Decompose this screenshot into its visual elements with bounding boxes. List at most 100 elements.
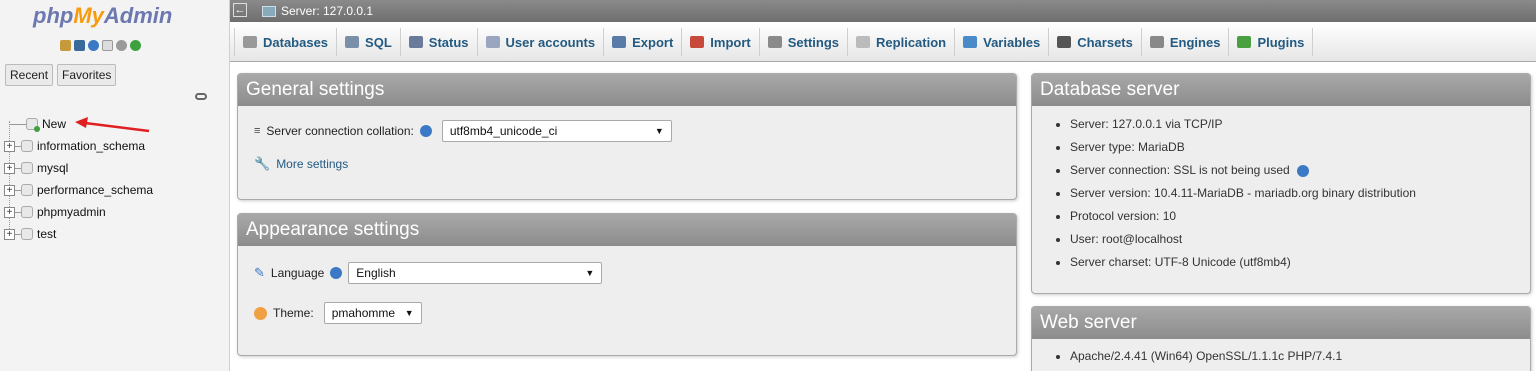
plugins-icon	[1237, 36, 1252, 48]
databases-icon	[243, 36, 257, 48]
tree-line	[10, 123, 26, 125]
main-menu: Databases SQL Status User accounts Export Imp…	[234, 28, 1314, 56]
list-item: Server: 127.0.0.1 via TCP/IP	[1070, 116, 1514, 139]
list-item: Server charset: UTF-8 Unicode (utf8mb4)	[1070, 254, 1514, 277]
tab-label: Variables	[983, 34, 1041, 50]
list-item: Server type: MariaDB	[1070, 139, 1514, 162]
expand-icon[interactable]: +	[4, 228, 15, 240]
tree-item-information-schema[interactable]: + information_schema	[4, 135, 153, 157]
tab-label: Plugins	[1257, 34, 1305, 50]
tab-label: Import	[710, 34, 751, 50]
chevron-down-icon: ▼	[404, 308, 414, 318]
collation-icon: ≡	[254, 125, 261, 137]
tab-status[interactable]: Status	[401, 28, 478, 56]
theme-select[interactable]: pmahomme ▼	[323, 302, 422, 324]
breadcrumb[interactable]: Server: 127.0.0.1	[262, 4, 373, 18]
link-icon[interactable]	[195, 93, 207, 100]
tab-replication[interactable]: Replication	[848, 28, 956, 56]
server-icon	[262, 5, 276, 17]
tab-label: Charsets	[1077, 34, 1133, 50]
docs-icon[interactable]	[102, 40, 113, 51]
tab-label: User accounts	[505, 34, 596, 50]
database-icon[interactable]	[74, 40, 85, 51]
panel-title: General settings	[238, 74, 1016, 106]
collation-select[interactable]: utf8mb4_unicode_ci ▼	[441, 120, 672, 142]
charsets-icon	[1057, 36, 1072, 48]
chevron-down-icon: ▼	[654, 126, 664, 136]
tab-sql[interactable]: SQL	[337, 28, 401, 56]
expand-icon[interactable]: +	[4, 206, 15, 218]
expand-icon[interactable]: +	[4, 162, 15, 174]
favorites-tab[interactable]: Favorites	[57, 64, 117, 86]
language-select[interactable]: English ▼	[348, 262, 603, 284]
tree-item-label[interactable]: information_schema	[37, 139, 145, 153]
expand-icon[interactable]: +	[4, 184, 15, 196]
tab-label: Settings	[787, 34, 840, 50]
tree-item-label[interactable]: mysql	[37, 161, 68, 175]
recent-tab[interactable]: Recent	[5, 64, 54, 86]
tab-settings[interactable]: Settings	[760, 28, 849, 56]
web-server-info-list: Apache/2.4.41 (Win64) OpenSSL/1.1.1c PHP…	[1048, 347, 1514, 371]
import-icon	[690, 36, 705, 48]
help-icon[interactable]	[330, 267, 343, 279]
phpmyadmin-logo[interactable]: phpMyAdmin	[33, 3, 172, 29]
panel-title: Appearance settings	[238, 214, 1016, 246]
tab-label: Replication	[876, 34, 947, 50]
variables-icon	[963, 36, 978, 48]
tab-label: SQL	[365, 34, 392, 50]
expand-icon[interactable]: +	[4, 140, 15, 152]
tab-databases[interactable]: Databases	[234, 28, 338, 56]
tree-item-phpmyadmin[interactable]: + phpmyadmin	[4, 201, 153, 223]
engines-icon	[1149, 36, 1164, 48]
tab-label: Export	[632, 34, 674, 50]
panel-title: Database server	[1032, 74, 1530, 106]
tab-charsets[interactable]: Charsets	[1049, 28, 1142, 56]
wrench-icon	[767, 36, 782, 48]
tab-label: Engines	[1169, 34, 1221, 50]
tree-item-label[interactable]: New	[42, 117, 66, 131]
database-icon	[21, 206, 33, 218]
main-menu-bar: Databases SQL Status User accounts Export Imp…	[230, 22, 1536, 62]
tree-item-label[interactable]: phpmyadmin	[37, 205, 106, 219]
tree-item-test[interactable]: + test	[4, 223, 153, 245]
language-icon: ✎	[254, 265, 265, 280]
language-label: Language	[270, 266, 325, 280]
red-arrow-annotation	[75, 117, 150, 133]
replication-icon	[856, 36, 871, 48]
tab-export[interactable]: Export	[604, 28, 683, 56]
collapse-nav-button[interactable]: ←	[233, 3, 247, 17]
help-icon[interactable]	[1297, 164, 1310, 177]
tree-item-mysql[interactable]: + mysql	[4, 157, 153, 179]
tree-item-label[interactable]: test	[37, 227, 56, 241]
tab-user-accounts[interactable]: User accounts	[478, 28, 605, 56]
list-item: Server connection: SSL is not being used	[1070, 162, 1514, 185]
status-icon	[408, 36, 423, 48]
tab-variables[interactable]: Variables	[955, 28, 1050, 56]
reload-icon[interactable]	[130, 40, 141, 51]
top-bar: ← Server: 127.0.0.1	[230, 0, 1536, 22]
home-icon[interactable]	[60, 40, 71, 51]
wrench-icon: 🔧	[254, 156, 271, 171]
tab-engines[interactable]: Engines	[1142, 28, 1230, 56]
general-settings-panel: General settings ≡ Server connection col…	[237, 73, 1017, 200]
more-settings-link[interactable]: More settings	[276, 157, 348, 171]
help-icon[interactable]	[419, 125, 432, 137]
server-breadcrumb-label[interactable]: Server: 127.0.0.1	[281, 4, 373, 18]
palette-icon	[254, 306, 267, 320]
tab-plugins[interactable]: Plugins	[1229, 28, 1314, 56]
tree-item-label[interactable]: performance_schema	[37, 183, 153, 197]
appearance-settings-panel: Appearance settings ✎ Language English ▼ …	[237, 213, 1017, 356]
help-icon[interactable]	[88, 40, 99, 51]
tab-import[interactable]: Import	[682, 28, 760, 56]
navigation-panel: phpMyAdmin Recent Favorites New + inform…	[0, 0, 230, 371]
list-item: Protocol version: 10	[1070, 208, 1514, 231]
list-item: Server version: 10.4.11-MariaDB - mariad…	[1070, 185, 1514, 208]
export-icon	[612, 36, 627, 48]
tree-item-performance-schema[interactable]: + performance_schema	[4, 179, 153, 201]
settings-icon[interactable]	[116, 40, 127, 51]
panel-title: Web server	[1032, 307, 1530, 339]
collation-label: Server connection collation:	[266, 124, 414, 138]
list-item: User: root@localhost	[1070, 231, 1514, 254]
new-database-icon	[26, 118, 40, 132]
database-icon	[21, 140, 33, 152]
